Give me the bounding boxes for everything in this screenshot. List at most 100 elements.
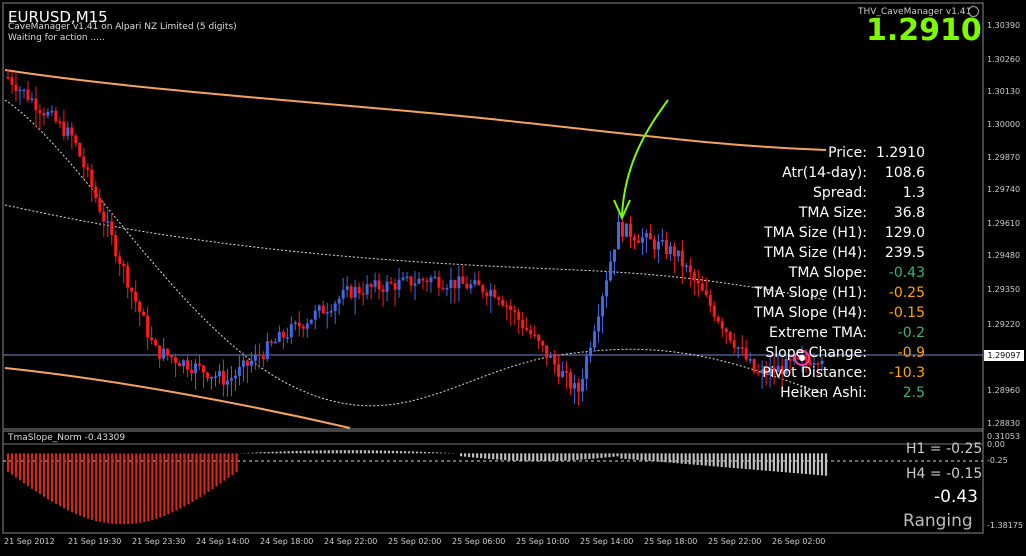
- candle-body: [217, 370, 221, 377]
- time-tick-label: 24 Sep 18:00: [260, 537, 314, 546]
- candle-body: [517, 311, 521, 320]
- panel-value: -0.15: [888, 305, 925, 321]
- candle-body: [341, 289, 345, 299]
- candle-body: [700, 283, 704, 291]
- big-price: 1.2910: [866, 13, 982, 48]
- panel-row: Slope Change: -0.9: [730, 343, 925, 363]
- candle-body: [305, 323, 309, 329]
- candle-body: [82, 156, 86, 168]
- tma-bands: [4, 69, 827, 429]
- candle-body: [14, 84, 18, 91]
- upper-band: [4, 69, 827, 151]
- h4-slope: H4 = -0.15: [906, 466, 983, 482]
- candle-body: [325, 312, 329, 314]
- panel-row: Pivot Distance: -10.3: [730, 363, 925, 383]
- candle-body: [381, 289, 385, 292]
- candle-body: [249, 360, 253, 366]
- price-tick-label: 1.28960: [987, 386, 1021, 395]
- price-tick-label: 1.29220: [987, 320, 1021, 329]
- panel-value: 129.0: [884, 225, 925, 241]
- market-state: Ranging: [903, 511, 973, 531]
- candle-body: [377, 280, 381, 290]
- candle-body: [221, 370, 225, 385]
- candle-body: [62, 121, 66, 136]
- candle-body: [78, 142, 82, 157]
- candle-body: [106, 221, 110, 223]
- candle-body: [485, 292, 489, 297]
- candle-body: [445, 287, 449, 290]
- candle-body: [102, 211, 106, 222]
- candle-body: [333, 303, 337, 311]
- candle-body: [577, 383, 581, 392]
- candle-body: [289, 324, 293, 338]
- mid-band-lower: [4, 99, 827, 407]
- candle-body: [624, 223, 628, 237]
- candle-body: [680, 250, 684, 267]
- candle-body: [98, 197, 102, 212]
- candle-body: [253, 354, 257, 361]
- panel-label: Extreme TMA:: [768, 325, 867, 341]
- candle-body: [317, 305, 321, 311]
- candle-body: [122, 263, 126, 267]
- candle-body: [628, 223, 632, 238]
- candle-body: [345, 286, 349, 290]
- panel-row: TMA Slope (H1): -0.25: [730, 283, 925, 303]
- candle-body: [692, 272, 696, 281]
- candle-body: [206, 372, 210, 379]
- candle-body: [525, 328, 529, 330]
- candle-body: [269, 341, 273, 343]
- candle-body: [229, 378, 233, 381]
- candle-body: [90, 169, 94, 187]
- candle-body: [397, 279, 401, 290]
- price-tick-label: 1.29350: [987, 285, 1021, 294]
- candle-body: [237, 366, 241, 376]
- candle-body: [146, 315, 150, 338]
- candle-body: [636, 240, 640, 243]
- panel-value: -0.25: [888, 285, 925, 301]
- candle-body: [6, 77, 10, 79]
- candle-body: [257, 354, 261, 357]
- candle-body: [581, 378, 585, 392]
- candle-body: [672, 246, 676, 257]
- candle-body: [202, 365, 206, 373]
- candle-body: [529, 329, 533, 335]
- panel-row: Heiken Ashi: 2.5: [730, 383, 925, 403]
- candle-body: [405, 276, 409, 278]
- panel-row: Extreme TMA: -0.2: [730, 323, 925, 343]
- candle-body: [545, 345, 549, 358]
- candle-body: [704, 290, 708, 296]
- candle-body: [656, 241, 660, 250]
- candle-body: [114, 234, 118, 257]
- panel-value: 108.6: [884, 165, 925, 181]
- price-tick-label: 1.29870: [987, 153, 1021, 162]
- candle-body: [437, 276, 441, 288]
- candle-body: [273, 341, 277, 344]
- h1-slope: H1 = -0.25: [906, 441, 983, 457]
- candle-body: [493, 289, 497, 298]
- subwindow-tick-label: -0.25: [987, 456, 1008, 465]
- candle-body: [497, 297, 501, 300]
- panel-row: TMA Size (H4): 239.5: [730, 243, 925, 263]
- candle-body: [142, 311, 146, 316]
- panel-value: 2.5: [902, 385, 925, 401]
- candle-body: [321, 305, 325, 314]
- candle-body: [86, 167, 90, 170]
- candle-body: [293, 322, 297, 325]
- candle-body: [158, 345, 162, 359]
- candle-body: [433, 276, 437, 279]
- candle-body: [489, 289, 493, 297]
- candle-body: [58, 121, 62, 123]
- candle-body: [593, 331, 597, 348]
- candle-body: [409, 276, 413, 286]
- candle-body: [712, 305, 716, 317]
- candle-body: [130, 287, 134, 292]
- candle-body: [684, 265, 688, 267]
- candle-body: [696, 280, 700, 284]
- candle-body: [449, 279, 453, 288]
- candle-body: [285, 337, 289, 339]
- candle-body: [277, 332, 281, 342]
- candle-body: [210, 376, 213, 379]
- panel-label: Atr(14-day):: [782, 165, 867, 181]
- panel-label: TMA Slope (H1):: [753, 285, 867, 301]
- candle-body: [301, 326, 305, 329]
